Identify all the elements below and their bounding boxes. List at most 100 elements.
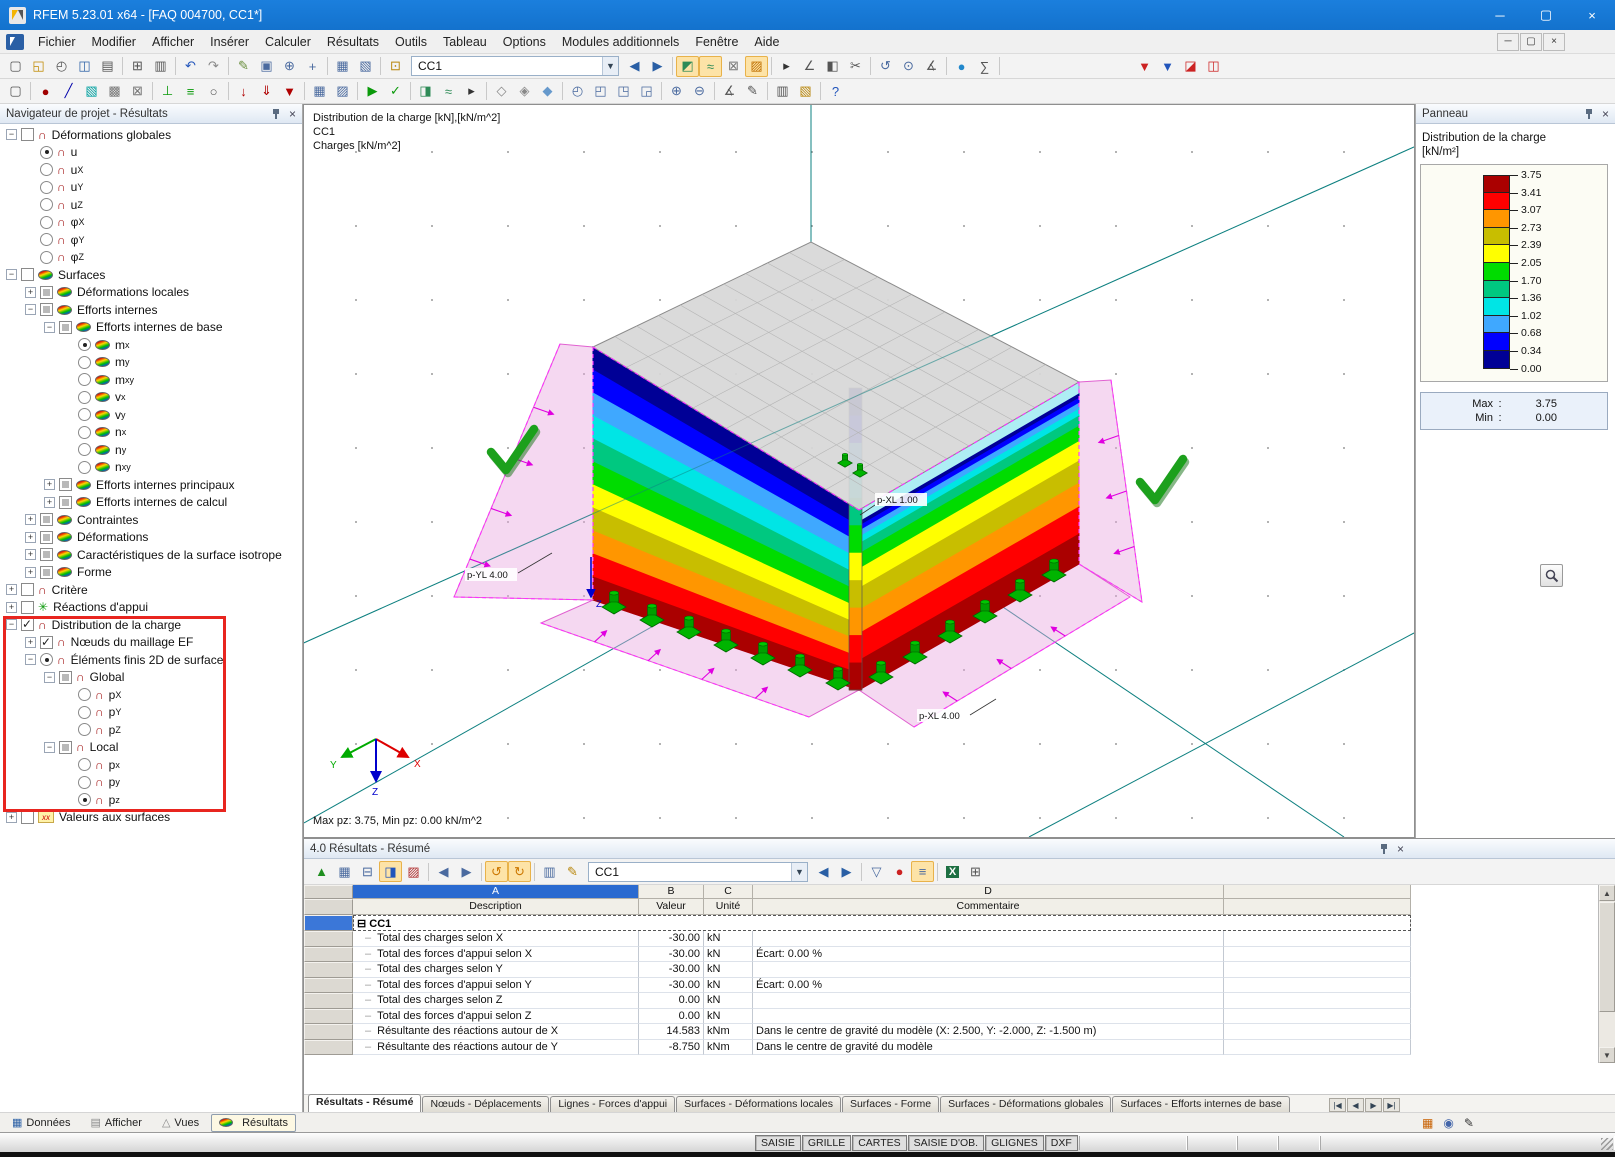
pan-icon[interactable]: +	[301, 56, 324, 77]
printout-report-icon[interactable]: ▼	[1133, 56, 1156, 77]
numbering-icon[interactable]: ⊡	[384, 56, 407, 77]
guidelines-icon[interactable]: ◈	[513, 81, 536, 102]
table-row[interactable]: – Total des forces d'appui selon Z 0.00 kN	[304, 1008, 1411, 1024]
color-table-icon[interactable]: ▦	[1422, 1116, 1433, 1130]
row-selector[interactable]	[304, 962, 353, 978]
menu-item-fenetre[interactable]: Fenêtre	[687, 32, 746, 52]
menu-item-modules-additionnels[interactable]: Modules additionnels	[554, 32, 687, 52]
comment-pen-icon[interactable]: ✎	[1464, 1116, 1474, 1130]
tree-item-u[interactable]: ∩ u	[0, 144, 302, 162]
tree-item-deformations-locales[interactable]: + Déformations locales	[0, 284, 302, 302]
radio-button[interactable]	[78, 775, 91, 789]
radio-button[interactable]	[78, 723, 91, 737]
table-rows-icon[interactable]: ⊟	[356, 861, 379, 882]
tab-nav-button[interactable]: |◀	[1329, 1098, 1346, 1112]
tree-item-p-z[interactable]: ∩ p Z	[0, 721, 302, 739]
tree-item-y[interactable]: ∩ φ Y	[0, 231, 302, 249]
checkbox-partial[interactable]	[40, 513, 53, 527]
checkbox-partial[interactable]	[59, 670, 72, 684]
tree-item-x[interactable]: ∩ φ X	[0, 214, 302, 232]
tree-item-forme[interactable]: + Forme	[0, 564, 302, 582]
rotate-view-icon[interactable]: ↺	[874, 56, 897, 77]
radio-button[interactable]	[40, 250, 53, 264]
row-selector[interactable]	[304, 977, 353, 993]
copy-icon[interactable]: ⊞	[126, 56, 149, 77]
grid-snap-icon[interactable]: ◇	[490, 81, 513, 102]
tree-item-caracteristiques-de-la-surface-isotrope[interactable]: + Caractéristiques de la surface isotrope	[0, 546, 302, 564]
expand-icon[interactable]: +	[25, 566, 36, 578]
opening-icon[interactable]: ⊠	[126, 81, 149, 102]
radio-button[interactable]	[78, 425, 91, 439]
resize-grip[interactable]	[1601, 1138, 1613, 1150]
collapse-icon[interactable]: −	[25, 304, 36, 316]
tree-item-elements-finis-2d-de-surface[interactable]: − ∩ Éléments finis 2D de surface	[0, 651, 302, 669]
menu-item-fichier[interactable]: Fichier	[30, 32, 84, 52]
column-header-unite[interactable]: Unité	[704, 899, 753, 915]
column-next-icon[interactable]: ▶	[455, 861, 478, 882]
tree-item-deformations-globales[interactable]: − ∩ Déformations globales	[0, 126, 302, 144]
previous-loadcase-icon[interactable]: ◀	[623, 56, 646, 77]
render-icon[interactable]: ▨	[745, 55, 768, 77]
view-z-icon[interactable]: ◲	[635, 81, 658, 102]
surface-icon[interactable]: ▧	[80, 81, 103, 102]
filter-icon[interactable]: ▽	[865, 861, 888, 882]
chevron-down-icon[interactable]: ▼	[602, 57, 618, 75]
tree-item-contraintes[interactable]: + Contraintes	[0, 511, 302, 529]
pin-icon[interactable]	[1584, 108, 1594, 120]
expand-icon[interactable]: +	[44, 496, 55, 508]
tree-item-u-z[interactable]: ∩ u Z	[0, 196, 302, 214]
radio-button[interactable]	[40, 163, 53, 177]
column-letter-B[interactable]: B	[639, 885, 704, 899]
collapse-icon[interactable]: −	[6, 269, 17, 281]
checkbox-partial[interactable]	[40, 285, 53, 299]
tree-item-efforts-internes-de-calcul[interactable]: + Efforts internes de calcul	[0, 494, 302, 512]
comment-icon[interactable]: ✎	[741, 81, 764, 102]
collapse-icon[interactable]: −	[44, 741, 55, 753]
status-button-glignes[interactable]: GLIGNES	[985, 1134, 1044, 1151]
mesh-icon[interactable]: ▦	[308, 81, 331, 102]
tree-item-n-xy[interactable]: n xy	[0, 459, 302, 477]
sort-icon[interactable]: ≡	[911, 861, 934, 882]
menu-item-modifier[interactable]: Modifier	[84, 32, 144, 52]
edit-pen-icon[interactable]: ✎	[232, 56, 255, 77]
collapse-icon[interactable]: −	[44, 671, 55, 683]
radio-button[interactable]	[40, 198, 53, 212]
tab-nav-button[interactable]: ◀	[1347, 1098, 1364, 1112]
column-prev-icon[interactable]: ◀	[432, 861, 455, 882]
tab-surfaces-efforts-internes-de-base[interactable]: Surfaces - Efforts internes de base	[1112, 1096, 1290, 1112]
mdi-minimize-button[interactable]: ─	[1497, 32, 1519, 51]
checkbox[interactable]	[21, 600, 34, 614]
tree-item-global[interactable]: − ∩ Global	[0, 669, 302, 687]
row-selector[interactable]	[304, 946, 353, 962]
tree-item-efforts-internes-de-base[interactable]: − Efforts internes de base	[0, 319, 302, 337]
checkbox-checked[interactable]	[40, 635, 53, 649]
3d-viewport[interactable]: Zp-YL 4.00 p-XL 1.00 p-XL 4.00 X Y Z Distribu…	[303, 104, 1415, 838]
tree-item-z[interactable]: ∩ φ Z	[0, 249, 302, 267]
view-isometric-icon[interactable]: ◴	[566, 81, 589, 102]
status-button-saisie-d-ob[interactable]: SAISIE D'OB.	[907, 1134, 985, 1151]
panel-zoom-button[interactable]	[1540, 564, 1563, 587]
tree-item-reactions-d-appui[interactable]: + ✳ Réactions d'appui	[0, 599, 302, 617]
tree-item-surfaces[interactable]: − Surfaces	[0, 266, 302, 284]
table-settings-icon[interactable]: ▦	[333, 861, 356, 882]
column-letter-A[interactable]: A	[353, 885, 639, 899]
checkbox-partial[interactable]	[40, 548, 53, 562]
status-button-cartes[interactable]: CARTES	[852, 1134, 907, 1151]
clip-icon[interactable]: ✂	[844, 56, 867, 77]
row-selector[interactable]	[304, 1008, 353, 1024]
scrollbar-thumb[interactable]	[1599, 902, 1615, 1012]
gallery-icon[interactable]: ▥	[149, 56, 172, 77]
export-chart-icon[interactable]: ▲	[310, 861, 333, 882]
results-nav-icon[interactable]: ◨	[414, 81, 437, 102]
printout-graphic-icon[interactable]: ▼	[1156, 56, 1179, 77]
radio-button-selected[interactable]	[40, 653, 53, 667]
row-selector[interactable]	[304, 931, 353, 947]
radio-button[interactable]	[78, 373, 91, 387]
tree-item-p-x[interactable]: ∩ p x	[0, 756, 302, 774]
excel-export-icon[interactable]: X	[941, 861, 964, 882]
collapse-icon[interactable]: −	[44, 321, 55, 333]
expand-icon[interactable]: +	[44, 479, 55, 491]
table-row[interactable]: – Total des forces d'appui selon Y -30.00 k…	[304, 977, 1411, 993]
checkbox[interactable]	[21, 583, 34, 597]
units-icon[interactable]: ◉	[1443, 1116, 1453, 1130]
